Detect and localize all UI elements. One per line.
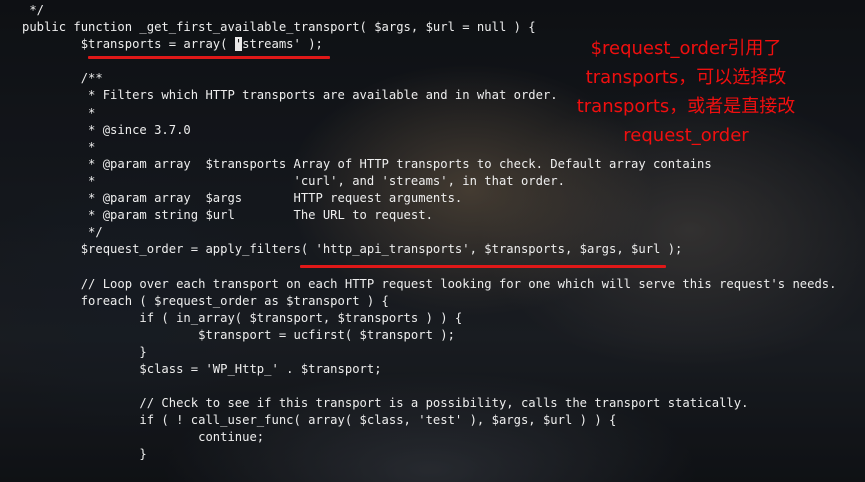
code-line: * @param string $url The URL to request.	[0, 208, 433, 223]
code-line: // Loop over each transport on each HTTP…	[0, 276, 837, 291]
code-line: $class = 'WP_Http_' . $transport;	[0, 361, 382, 376]
code-line: }	[0, 344, 147, 359]
annotation-line: transports，可以选择改	[585, 67, 787, 88]
code-line: */	[0, 3, 45, 17]
code-line: if ( ! call_user_func( array( $class, 't…	[0, 413, 617, 428]
annotation-line: request_order	[623, 125, 749, 146]
code-line: * 'curl', and 'streams', in that order.	[0, 173, 565, 188]
code-line: if ( in_array( $transport, $transports )…	[0, 310, 463, 325]
code-line: foreach ( $request_order as $transport )…	[0, 293, 389, 308]
code-line: */	[0, 225, 103, 240]
annotation-line: $request_order引用了	[590, 38, 782, 59]
code-line: * @param array $transports Array of HTTP…	[0, 156, 712, 171]
code-line: }	[0, 447, 147, 462]
code-line: // Check to see if this transport is a p…	[0, 396, 749, 411]
code-line-text: streams' );	[242, 37, 323, 52]
code-line: continue;	[0, 430, 265, 445]
annotation-line: transports，或者是直接改	[576, 96, 796, 117]
red-annotation-note: $request_order引用了 transports，可以选择改 trans…	[540, 34, 832, 150]
red-underline-transports	[88, 56, 330, 59]
red-underline-apply-filters	[300, 265, 666, 268]
code-line: * @param array $args HTTP request argume…	[0, 191, 463, 206]
code-line: $transport = ucfirst( $transport );	[0, 327, 455, 342]
code-line-text: $transports = array(	[0, 37, 235, 52]
code-line: $request_order = apply_filters( 'http_ap…	[0, 242, 683, 257]
